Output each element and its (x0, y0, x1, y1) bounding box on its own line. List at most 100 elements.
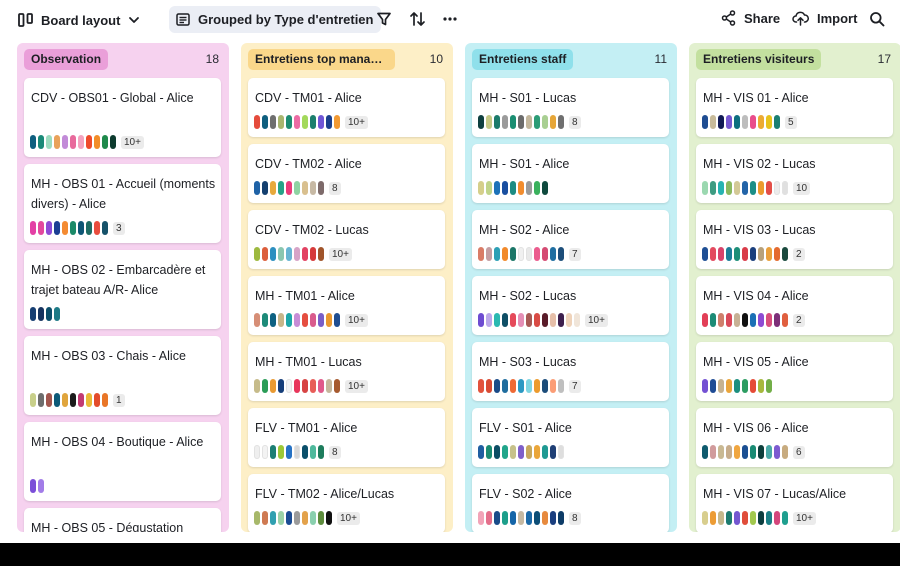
tag-chip (478, 247, 484, 261)
tag-chip (270, 511, 276, 525)
more-tags-count: 10+ (337, 511, 360, 525)
record-card[interactable]: MH - S03 - Lucas 7 (472, 342, 669, 401)
tag-chip (542, 181, 548, 195)
record-card[interactable]: MH - VIS 04 - Alice 2 (696, 276, 893, 335)
record-card[interactable]: MH - TM01 - Lucas 10+ (248, 342, 445, 401)
record-card[interactable]: MH - VIS 03 - Lucas 2 (696, 210, 893, 269)
tag-chip (750, 379, 756, 393)
board-layout-button[interactable]: Board layout (18, 9, 140, 31)
column-header[interactable]: Entretiens top management 10 (241, 43, 453, 76)
tag-chip (318, 379, 324, 393)
record-card[interactable]: MH - TM01 - Alice 10+ (248, 276, 445, 335)
tag-chip (750, 511, 756, 525)
tag-chip (750, 445, 756, 459)
tag-chip (726, 379, 732, 393)
tag-chip (774, 313, 780, 327)
group-by-button[interactable]: Grouped by Type d'entretien (169, 6, 382, 33)
tag-chip (518, 247, 524, 261)
more-options-button[interactable] (442, 11, 458, 27)
tag-chip (270, 247, 276, 261)
card-title: FLV - TM01 - Alice (255, 421, 358, 435)
tag-chip (774, 181, 780, 195)
more-tags-count: 10+ (329, 247, 352, 261)
tag-chip (526, 247, 532, 261)
record-card[interactable]: CDV - TM02 - Lucas 10+ (248, 210, 445, 269)
record-card[interactable]: MH - S01 - Lucas 8 (472, 78, 669, 137)
tag-chip (718, 313, 724, 327)
search-button[interactable] (869, 11, 885, 27)
tag-chips: 8 (478, 511, 581, 525)
more-tags-count: 7 (569, 247, 581, 261)
tag-chip (38, 307, 44, 321)
record-card[interactable]: FLV - TM01 - Alice 8 (248, 408, 445, 467)
tag-chip (286, 445, 292, 459)
board-column: Entretiens staff 11 MH - S01 - Lucas 8 MH - … (465, 43, 677, 532)
tag-chip (38, 135, 44, 149)
column-header[interactable]: Entretiens visiteurs 17 (689, 43, 900, 76)
record-card[interactable]: MH - VIS 02 - Lucas 10 (696, 144, 893, 203)
card-title: CDV - TM02 - Lucas (255, 223, 369, 237)
tag-chip (102, 221, 108, 235)
tag-chip (78, 221, 84, 235)
tag-chip (62, 393, 68, 407)
tag-chips: 7 (478, 247, 581, 261)
tag-chip (286, 511, 292, 525)
record-card[interactable]: MH - OBS 01 - Accueil (moments divers) -… (24, 164, 221, 243)
tag-chip (774, 115, 780, 129)
record-card[interactable]: MH - OBS 02 - Embarcadère et trajet bate… (24, 250, 221, 329)
tag-chip (270, 379, 276, 393)
tag-chips: 2 (702, 247, 805, 261)
record-card[interactable]: MH - S01 - Alice (472, 144, 669, 203)
card-title: MH - OBS 02 - Embarcadère et trajet bate… (31, 263, 206, 297)
tag-chip (46, 307, 52, 321)
tag-chip (702, 181, 708, 195)
tag-chip (310, 379, 316, 393)
sort-button[interactable] (409, 11, 426, 27)
tag-chip (774, 511, 780, 525)
filter-button[interactable] (376, 11, 392, 27)
tag-chip (518, 379, 524, 393)
tag-chip (478, 511, 484, 525)
import-button[interactable]: Import (792, 10, 857, 26)
record-card[interactable]: MH - OBS 04 - Boutique - Alice (24, 422, 221, 501)
column-header[interactable]: Entretiens staff 11 (465, 43, 677, 76)
tag-chip (526, 445, 532, 459)
group-by-label: Grouped by Type d'entretien (198, 12, 374, 27)
tag-chip (286, 115, 292, 129)
record-card[interactable]: MH - OBS 05 - Dégustation initiation - A… (24, 508, 221, 532)
board-column: Observation 18 CDV - OBS01 - Global - Alic… (17, 43, 229, 532)
tag-chip (758, 379, 764, 393)
tag-chip (486, 115, 492, 129)
record-card[interactable]: MH - S02 - Alice 7 (472, 210, 669, 269)
record-card[interactable]: FLV - TM02 - Alice/Lucas 10+ (248, 474, 445, 532)
column-header[interactable]: Observation 18 (17, 43, 229, 76)
record-card[interactable]: MH - VIS 06 - Alice 6 (696, 408, 893, 467)
filter-icon (376, 11, 392, 27)
record-card[interactable]: MH - VIS 07 - Lucas/Alice 10+ (696, 474, 893, 532)
tag-chip (318, 445, 324, 459)
record-card[interactable]: CDV - OBS01 - Global - Alice 10+ (24, 78, 221, 157)
record-card[interactable]: FLV - S01 - Alice (472, 408, 669, 467)
tag-chip (558, 379, 564, 393)
card-title: MH - VIS 01 - Alice (703, 91, 809, 105)
tag-chip (758, 511, 764, 525)
tag-chip (718, 247, 724, 261)
record-card[interactable]: MH - OBS 03 - Chais - Alice 1 (24, 336, 221, 415)
record-card[interactable]: MH - S02 - Lucas 10+ (472, 276, 669, 335)
tag-chip (510, 379, 516, 393)
record-card[interactable]: FLV - S02 - Alice 8 (472, 474, 669, 532)
tag-chip (774, 445, 780, 459)
record-card[interactable]: CDV - TM01 - Alice 10+ (248, 78, 445, 137)
record-card[interactable]: CDV - TM02 - Alice 8 (248, 144, 445, 203)
record-card[interactable]: MH - VIS 05 - Alice (696, 342, 893, 401)
tag-chip (742, 115, 748, 129)
tag-chip (486, 247, 492, 261)
column-count: 11 (654, 52, 667, 66)
tag-chip (278, 247, 284, 261)
tag-chip (310, 181, 316, 195)
share-button[interactable]: Share (721, 10, 780, 26)
tag-chip (526, 115, 532, 129)
tag-chip (310, 445, 316, 459)
record-card[interactable]: MH - VIS 01 - Alice 5 (696, 78, 893, 137)
tag-chip (534, 115, 540, 129)
